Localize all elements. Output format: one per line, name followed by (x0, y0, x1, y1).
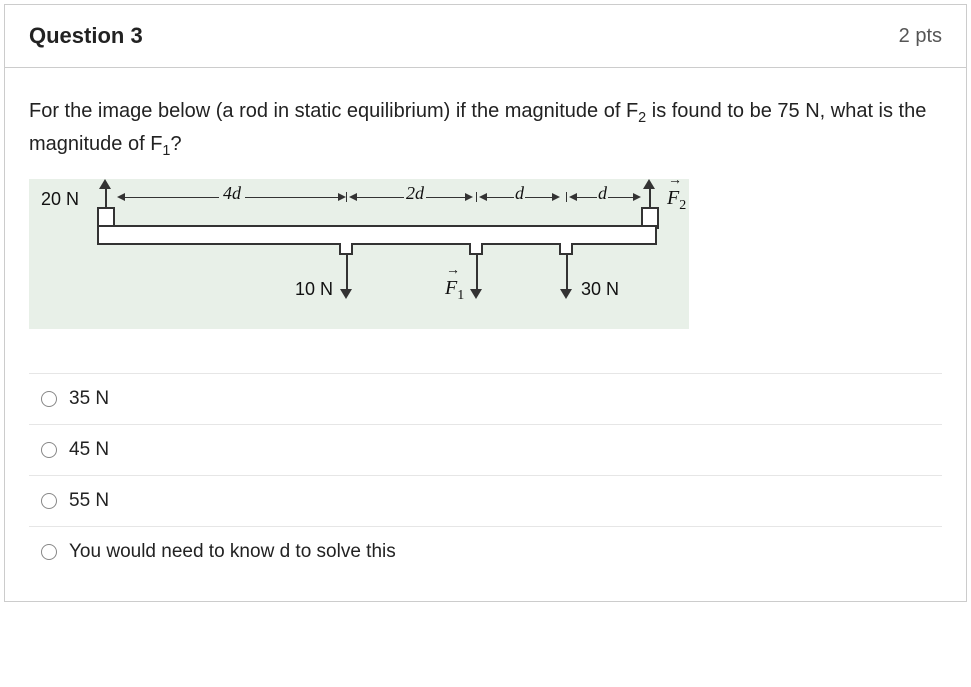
arrow-20n-up-icon (105, 187, 107, 207)
dim-d1-label: d (514, 183, 525, 204)
rod-diagram: 20 N F2 4d 2d d (29, 179, 689, 329)
question-card: Question 3 2 pts For the image below (a … (4, 4, 967, 602)
force-f1-label: F1 (445, 277, 464, 304)
force-10n-label: 10 N (295, 279, 333, 300)
option-4-label: You would need to know d to solve this (69, 541, 396, 563)
force-30n-label: 30 N (581, 279, 619, 300)
dim-tick-1 (346, 192, 347, 202)
dim-d2-right-arrow-icon (633, 193, 641, 201)
arrow-30n-down-icon (566, 255, 568, 291)
dim-d1-right-arrow-icon (552, 193, 560, 201)
radio-icon[interactable] (41, 391, 57, 407)
dim-d2-label: d (597, 183, 608, 204)
option-2[interactable]: 45 N (29, 424, 942, 475)
arrow-30n-head-icon (560, 289, 572, 299)
arrow-f2-head-icon (643, 179, 655, 189)
question-body: For the image below (a rod in static equ… (5, 68, 966, 601)
answer-options: 35 N 45 N 55 N You would need to know d … (29, 365, 942, 577)
option-3[interactable]: 55 N (29, 475, 942, 526)
prompt-sub-1: 2 (638, 110, 646, 126)
radio-icon[interactable] (41, 544, 57, 560)
dim-4d-right-arrow-icon (338, 193, 346, 201)
dim-4d-label: 4d (219, 183, 245, 204)
question-header: Question 3 2 pts (5, 5, 966, 68)
arrow-f1-head-icon (470, 289, 482, 299)
dim-2d-right-arrow-icon (465, 193, 473, 201)
hang-point-3 (559, 243, 573, 255)
question-number: Question 3 (29, 23, 143, 49)
arrow-f2-up-icon (649, 187, 651, 207)
prompt-text-1: For the image below (a rod in static equ… (29, 100, 638, 122)
dim-tick-2 (476, 192, 477, 202)
dim-2d-label: 2d (404, 183, 426, 204)
question-prompt: For the image below (a rod in static equ… (29, 96, 942, 163)
force-f2-label: F2 (667, 187, 686, 214)
force-20n-label: 20 N (41, 189, 79, 210)
arrow-20n-head-icon (99, 179, 111, 189)
hang-point-2 (469, 243, 483, 255)
radio-icon[interactable] (41, 442, 57, 458)
option-1[interactable]: 35 N (29, 373, 942, 424)
question-points: 2 pts (899, 25, 942, 48)
hang-point-1 (339, 243, 353, 255)
beam (97, 225, 657, 245)
arrow-10n-down-icon (346, 255, 348, 291)
radio-icon[interactable] (41, 493, 57, 509)
option-1-label: 35 N (69, 388, 109, 410)
option-2-label: 45 N (69, 439, 109, 461)
prompt-text-3: ? (170, 133, 181, 155)
option-4[interactable]: You would need to know d to solve this (29, 526, 942, 577)
option-3-label: 55 N (69, 490, 109, 512)
arrow-10n-head-icon (340, 289, 352, 299)
arrow-f1-down-icon (476, 255, 478, 291)
dim-tick-3 (566, 192, 567, 202)
